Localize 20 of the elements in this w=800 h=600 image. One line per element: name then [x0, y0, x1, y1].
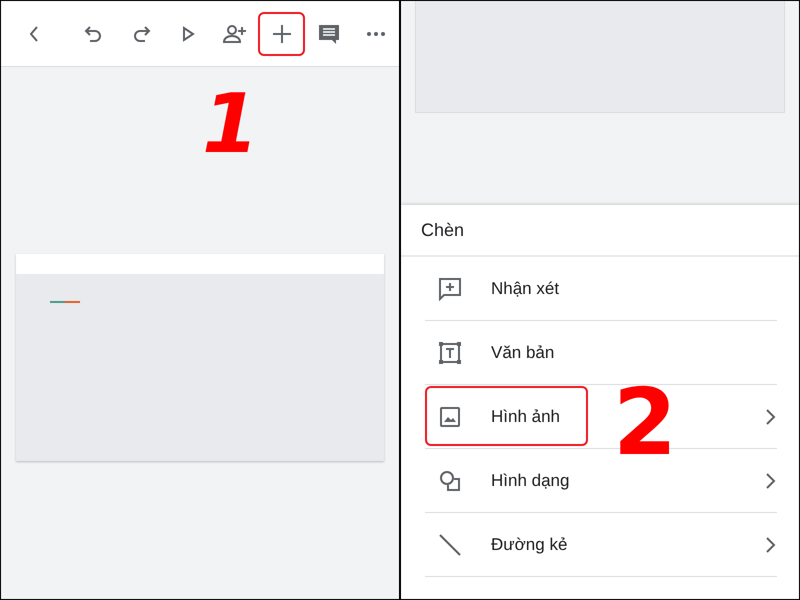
- menu-item-label: Văn bản: [491, 342, 554, 362]
- image-icon: [438, 404, 462, 428]
- more-icon: [366, 30, 386, 36]
- step-number: 1: [202, 84, 260, 166]
- shapes-icon: [438, 468, 462, 492]
- menu-item-label: Hình dạng: [491, 470, 570, 490]
- menu-item-label: Nhận xét: [491, 278, 560, 298]
- menu-item-label: Hình ảnh: [491, 406, 560, 426]
- slide-thumbnail[interactable]: [415, 1, 785, 113]
- line-icon: [438, 532, 462, 556]
- menu-item[interactable]: Văn bản: [425, 321, 777, 385]
- accent-line-icon: [50, 300, 80, 302]
- comment-plus-icon: [438, 276, 462, 300]
- slide-thumbnail[interactable]: [16, 254, 384, 460]
- menu-item-label: Đường kẻ: [491, 534, 568, 554]
- menu-item[interactable]: Đường kẻ: [425, 513, 777, 577]
- text-box-icon: [438, 340, 462, 364]
- sheet-title: Chèn: [421, 220, 464, 240]
- back-icon: [30, 26, 38, 42]
- menu-item[interactable]: Nhận xét: [425, 257, 777, 321]
